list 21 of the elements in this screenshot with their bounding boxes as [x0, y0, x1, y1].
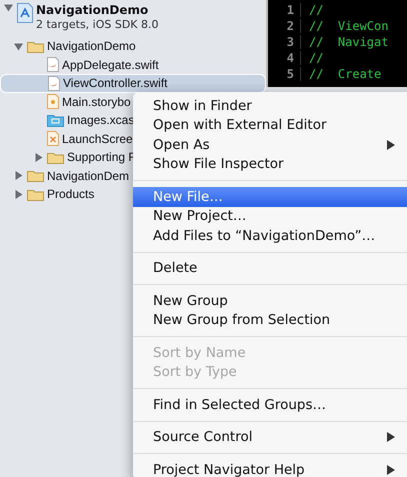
file-name: ViewController.swift [63, 76, 168, 90]
code-comment: // [308, 51, 324, 65]
code-comment: // ViewCon [308, 19, 388, 33]
file-name: Main.storybo [62, 94, 131, 109]
file-name: NavigationDem [47, 168, 130, 183]
line-number: 3 [268, 35, 301, 49]
project-name: NavigationDemo [36, 3, 150, 18]
file-name: AppDelegate.swift [62, 58, 159, 72]
line-number: 4 [268, 51, 301, 65]
project-subtitle: 2 targets, iOS SDK 8.0 [36, 18, 159, 32]
line-number: 1 [268, 3, 301, 17]
line-number: 5 [268, 67, 301, 81]
file-name: NavigationDemo [47, 39, 136, 54]
file-name: LaunchScree [62, 132, 133, 146]
code-comment: // Create [308, 67, 382, 81]
code-comment: // [308, 3, 324, 17]
file-name: Images.xcas [67, 113, 134, 128]
code-comment: // Navigat [308, 35, 388, 49]
line-number: 2 [268, 19, 301, 33]
file-name: Products [47, 187, 94, 202]
file-name: Supporting F [67, 150, 136, 164]
